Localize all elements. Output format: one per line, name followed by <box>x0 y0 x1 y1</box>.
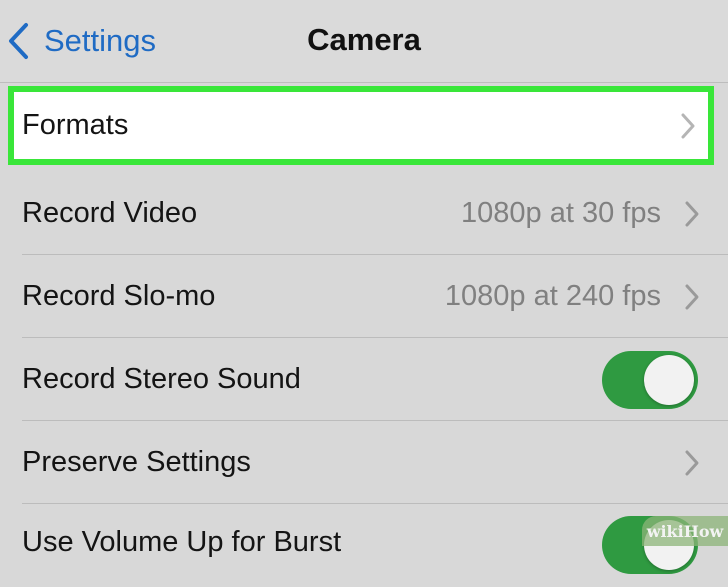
chevron-right-icon <box>685 201 699 226</box>
formats-label: Formats <box>22 109 129 141</box>
chevron-right-icon <box>681 113 695 138</box>
watermark-logo: wikiHow <box>642 516 728 546</box>
preserve-settings-row[interactable]: Preserve Settings <box>0 421 728 504</box>
record-slomo-row[interactable]: Record Slo-mo 1080p at 240 fps <box>0 255 728 338</box>
volume-up-burst-label: Use Volume Up for Burst <box>22 526 342 558</box>
formats-row[interactable]: Formats <box>8 86 714 165</box>
preserve-settings-label: Preserve Settings <box>22 446 251 478</box>
record-stereo-sound-toggle[interactable] <box>602 350 698 409</box>
record-stereo-sound-label: Record Stereo Sound <box>22 363 301 395</box>
chevron-right-icon <box>685 284 699 309</box>
record-slomo-value: 1080p at 240 fps <box>444 280 661 312</box>
record-video-value: 1080p at 30 fps <box>461 197 661 229</box>
navigation-bar: Settings Camera <box>0 0 728 83</box>
record-video-row[interactable]: Record Video 1080p at 30 fps <box>0 172 728 255</box>
record-stereo-sound-row: Record Stereo Sound <box>0 338 728 421</box>
page-title: Camera <box>307 22 421 57</box>
record-video-label: Record Video <box>22 197 198 229</box>
record-slomo-label: Record Slo-mo <box>22 280 216 312</box>
chevron-right-icon <box>685 450 699 475</box>
toggle-knob <box>644 354 694 405</box>
